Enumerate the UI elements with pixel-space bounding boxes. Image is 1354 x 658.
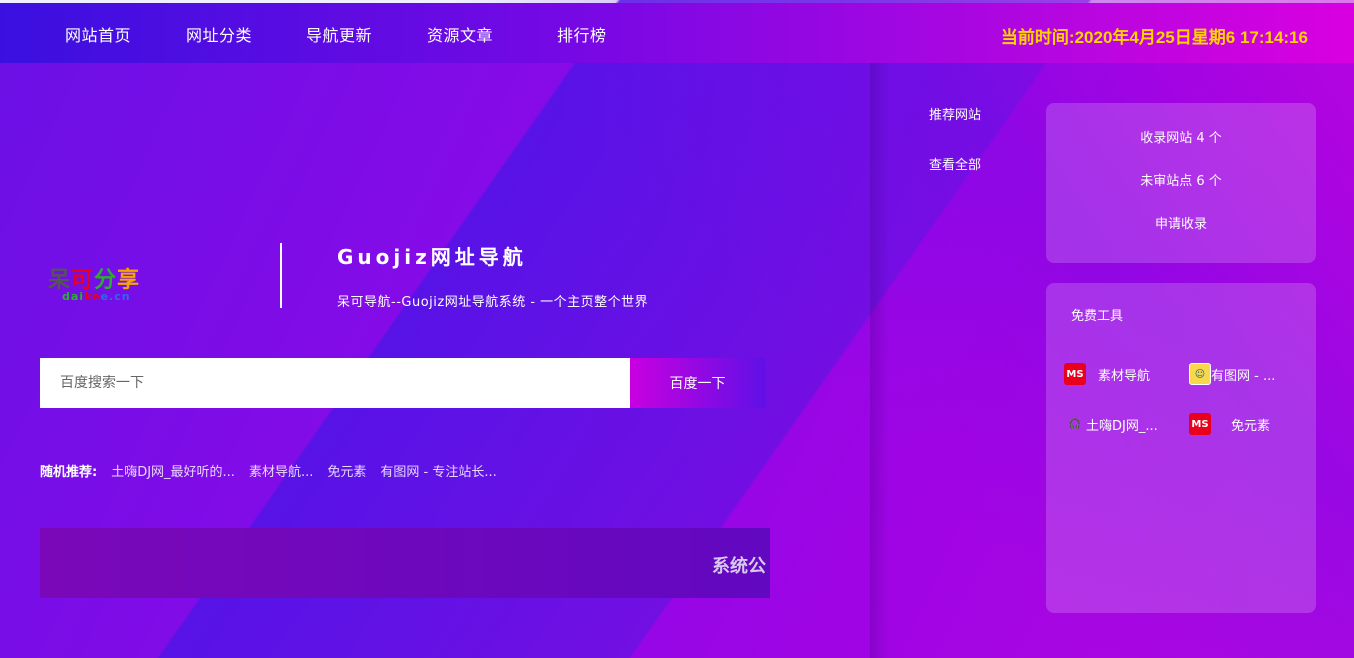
random-link[interactable]: 土嗨DJ网_最好听的...: [111, 461, 235, 480]
nav-categories[interactable]: 网址分类: [186, 22, 252, 46]
search-button[interactable]: 百度一下: [630, 358, 765, 408]
top-navbar: 网站首页 网址分类 导航更新 资源文章 排行榜 当前时间:2020年4月25日星…: [0, 3, 1354, 63]
random-label: 随机推荐:: [40, 465, 98, 480]
free-tools-card: 免费工具 MS 素材导航 ☺ 有图网 - ... 🎧 土嗨DJ网_... MS …: [1046, 283, 1316, 613]
tool-item[interactable]: ☺ 有图网 - ...: [1189, 363, 1275, 385]
system-notice-bar: 系统公: [40, 528, 770, 598]
random-link[interactable]: 有图网 - 专注站长...: [380, 461, 496, 480]
tool-label: 土嗨DJ网_...: [1086, 418, 1158, 434]
nav-updates[interactable]: 导航更新: [306, 22, 372, 46]
logo-divider: [280, 243, 282, 308]
nav-ranking[interactable]: 排行榜: [557, 22, 607, 46]
headphones-icon: 🎧: [1068, 418, 1082, 430]
tool-label: 免元素: [1231, 418, 1271, 434]
site-title: Guojiz网址导航: [337, 245, 527, 269]
yellow-face-icon: ☺: [1189, 363, 1211, 385]
site-subtitle: 呆可导航--Guojiz网址导航系统 - 一个主页整个世界: [337, 295, 649, 310]
random-recommend: 随机推荐: 土嗨DJ网_最好听的... 素材导航... 免元素 有图网 - 专注…: [40, 461, 497, 480]
current-time: 当前时间:2020年4月25日星期6 17:14:16: [1000, 28, 1308, 47]
included-count: 收录网站 4 个: [1140, 131, 1222, 146]
tool-label: 素材导航: [1098, 368, 1151, 384]
stats-card: 收录网站 4 个 未审站点 6 个 申请收录: [1046, 103, 1316, 263]
random-link[interactable]: 免元素: [327, 461, 366, 480]
tool-label: 有图网 - ...: [1211, 368, 1276, 384]
tool-item[interactable]: MS 免元素: [1189, 413, 1270, 435]
tool-item[interactable]: MS 素材导航: [1064, 363, 1150, 385]
logo-domain: daikee.cn: [62, 290, 131, 303]
tool-item[interactable]: 🎧 土嗨DJ网_...: [1064, 413, 1158, 435]
search-input[interactable]: [40, 358, 630, 408]
recommend-sites-link[interactable]: 推荐网站: [929, 104, 981, 123]
random-link[interactable]: 素材导航...: [249, 461, 313, 480]
ms-red-icon: MS: [1064, 363, 1086, 385]
nav-articles[interactable]: 资源文章: [427, 22, 493, 46]
pending-count: 未审站点 6 个: [1140, 174, 1222, 189]
tools-title: 免费工具: [1071, 309, 1124, 324]
notice-text: 系统公: [712, 556, 766, 577]
site-logo[interactable]: 呆可分享 daikee.cn: [48, 262, 160, 304]
nav-home[interactable]: 网站首页: [65, 22, 131, 46]
ms-red-icon: MS: [1189, 413, 1211, 435]
view-all-link[interactable]: 查看全部: [929, 154, 981, 173]
apply-button[interactable]: 申请收录: [1046, 213, 1316, 232]
